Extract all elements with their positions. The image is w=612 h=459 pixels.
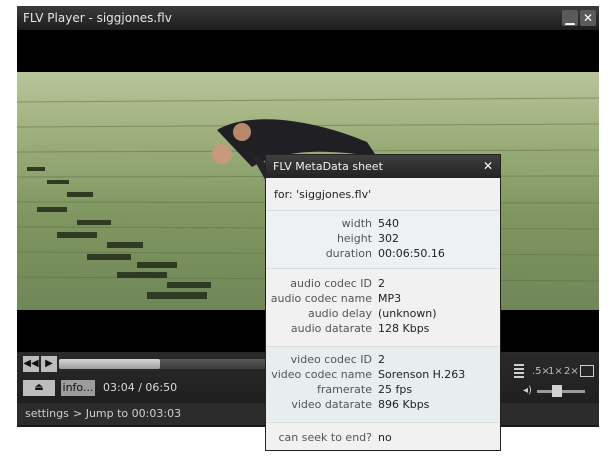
metadata-close-button[interactable]: ✕ — [481, 159, 495, 173]
prop-label: audio codec name — [270, 292, 372, 305]
time-readout: 03:04 / 06:50 — [103, 381, 178, 394]
prop-label: width — [341, 217, 372, 230]
prop-label: video codec name — [271, 368, 372, 381]
prop-label: audio delay — [307, 307, 372, 320]
title-bar[interactable]: FLV Player - siggjones.flv ▁ ✕ — [17, 6, 599, 30]
minimize-button[interactable]: ▁ — [562, 10, 578, 26]
prop-value: (unknown) — [378, 307, 437, 320]
prop-value: no — [378, 431, 392, 444]
window-title: FLV Player - siggjones.flv — [23, 11, 172, 25]
metadata-title-bar[interactable]: FLV MetaData sheet ✕ — [266, 155, 500, 178]
previous-button[interactable]: ◀◀ — [23, 356, 39, 372]
prop-label: framerate — [317, 383, 372, 396]
prop-value: 2 — [378, 353, 385, 366]
prop-label: video datarate — [291, 398, 372, 411]
metadata-sheet: FLV MetaData sheet ✕ for: 'siggjones.flv… — [265, 154, 501, 451]
prop-value: 302 — [378, 232, 399, 245]
prop-value: 2 — [378, 277, 385, 290]
prop-value: 896 Kbps — [378, 398, 430, 411]
jump-status: > Jump to 00:03:03 — [73, 407, 182, 420]
prop-value: 128 Kbps — [378, 322, 430, 335]
fullscreen-icon[interactable] — [580, 365, 594, 377]
prop-label: height — [336, 232, 372, 245]
settings-link[interactable]: settings — [25, 407, 69, 420]
metadata-title: FLV MetaData sheet — [273, 160, 383, 173]
seek-bar[interactable] — [59, 359, 284, 369]
video-section: width 540 height 302 duration 00:06:50.1… — [266, 211, 500, 267]
play-button[interactable]: ▶ — [41, 356, 57, 372]
seek-section: can seek to end? no — [266, 423, 500, 450]
seek-progress — [59, 359, 161, 369]
prop-value: 540 — [378, 217, 399, 230]
prop-label: can seek to end? — [278, 431, 373, 444]
prop-label: audio datarate — [290, 322, 372, 335]
prop-value: 00:06:50.16 — [378, 247, 445, 260]
codec-section: video codec ID 2 video codec name Sorens… — [266, 347, 500, 421]
metadata-for-label: for: 'siggjones.flv' — [274, 188, 372, 201]
volume-icon: ◂) — [523, 385, 532, 396]
prop-label: video codec ID — [290, 353, 372, 366]
prop-value: Sorenson H.263 — [378, 368, 466, 381]
volume-knob[interactable] — [552, 385, 563, 397]
close-button[interactable]: ✕ — [580, 10, 596, 26]
prop-label: duration — [325, 247, 372, 260]
prop-value: MP3 — [378, 292, 402, 305]
info-button[interactable]: info... — [61, 380, 95, 396]
eject-button[interactable]: ⏏ — [23, 380, 55, 396]
prop-value: 25 fps — [378, 383, 413, 396]
zoom-two-button[interactable]: 2× — [564, 366, 579, 377]
prop-label: audio codec ID — [290, 277, 372, 290]
audio-section: audio codec ID 2 audio codec name MP3 au… — [266, 269, 500, 345]
playlist-icon[interactable] — [514, 364, 524, 378]
zoom-one-button[interactable]: 1× — [548, 366, 563, 377]
